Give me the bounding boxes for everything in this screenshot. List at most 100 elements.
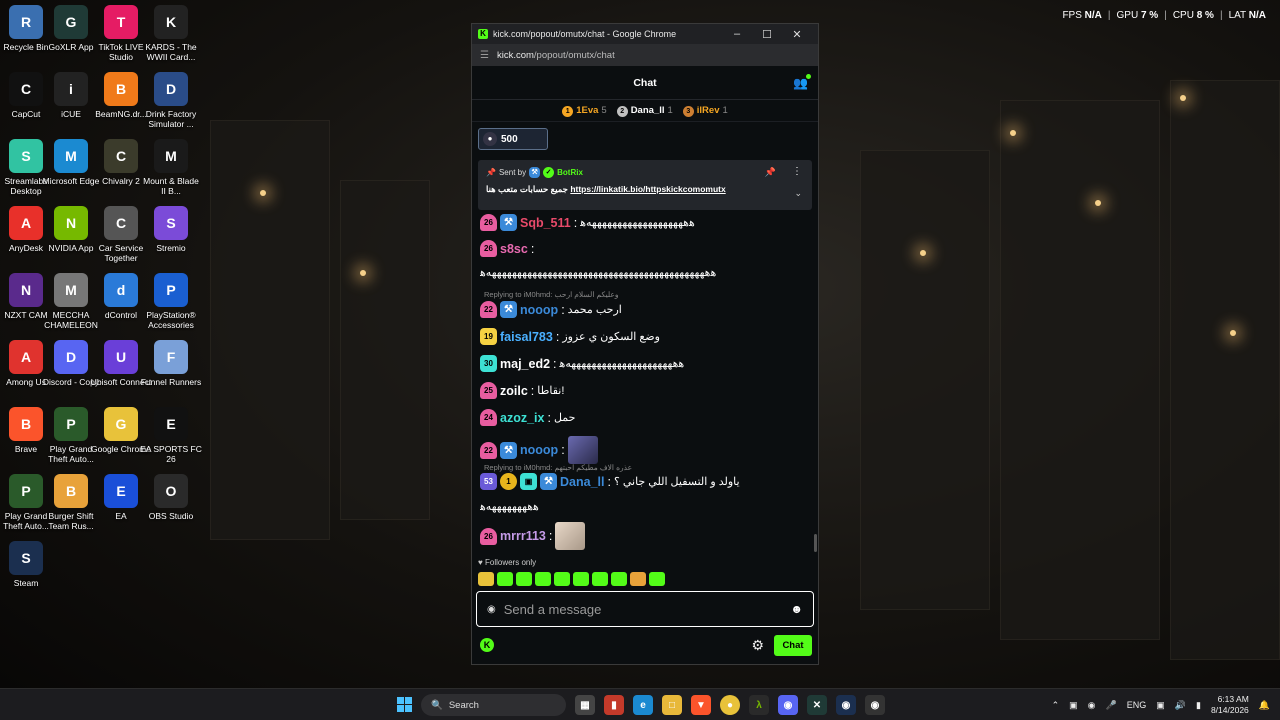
username[interactable]: Sqb_511 bbox=[520, 216, 571, 230]
url-host: kick.com bbox=[496, 49, 534, 61]
chat-message[interactable]: 22 ⚒ nooop: ارحب محمد bbox=[480, 301, 810, 318]
pinned-message[interactable]: 📌 Sent by ⚒ ✓ BotRix جميع حسابات متعب هن… bbox=[478, 160, 812, 210]
desktop-shortcut[interactable]: D Drink Factory Simulator ... bbox=[140, 72, 202, 129]
tray-app-icon[interactable]: ◉ bbox=[1088, 700, 1096, 711]
reply-context[interactable]: Replying to iM0hmd: وعليكم السلام ارحب bbox=[484, 290, 618, 299]
desktop-shortcut[interactable]: P PlayStation® Accessories bbox=[140, 273, 202, 330]
network-icon[interactable]: ▣ bbox=[1156, 700, 1165, 711]
discord-icon[interactable]: ◉ bbox=[778, 695, 798, 715]
chat-message[interactable]: 25 zoilc: نقاطا! bbox=[480, 382, 810, 399]
language-indicator[interactable]: ENG bbox=[1127, 700, 1147, 710]
username[interactable]: Dana_ll bbox=[560, 475, 604, 489]
clock[interactable]: 6:13 AM 8/14/2026 bbox=[1211, 694, 1249, 716]
taskbar-app-icon[interactable]: ▮ bbox=[604, 695, 624, 715]
task-view-icon[interactable]: ▦ bbox=[575, 695, 595, 715]
terminal-icon[interactable]: λ bbox=[749, 695, 769, 715]
send-chat-button[interactable]: Chat bbox=[774, 634, 812, 656]
tray-app-icon[interactable]: ▣ bbox=[1069, 700, 1078, 711]
username[interactable]: azoz_ix bbox=[500, 411, 544, 425]
battery-icon[interactable]: ▮ bbox=[1196, 700, 1201, 711]
goal-badge[interactable]: ● 500 bbox=[478, 128, 548, 150]
gear-icon[interactable]: ⚙ bbox=[751, 637, 764, 654]
chat-scrollbar[interactable] bbox=[814, 534, 817, 552]
chat-message[interactable]: 53 1 ▣ ⚒ Dana_ll: ياولد و التسفيل اللي جاني ؟ bbox=[480, 473, 810, 490]
brave-icon[interactable]: ▼ bbox=[691, 695, 711, 715]
chevron-up-icon[interactable]: ⌃ bbox=[1052, 700, 1060, 711]
chat-message[interactable]: 22 ⚒ nooop: bbox=[480, 436, 810, 464]
steam-icon[interactable]: ◉ bbox=[836, 695, 856, 715]
username[interactable]: nooop bbox=[520, 443, 558, 457]
file-explorer-icon[interactable]: □ bbox=[662, 695, 682, 715]
more-options-icon[interactable]: ⋮ bbox=[792, 166, 802, 177]
close-button[interactable]: ✕ bbox=[782, 28, 812, 41]
username[interactable]: s8sc bbox=[500, 242, 528, 256]
message-input-box[interactable]: ◉ ☻ bbox=[476, 591, 814, 627]
user-badge-icon: ⚒ bbox=[500, 301, 517, 318]
minimize-button[interactable]: – bbox=[722, 28, 752, 40]
pinned-bot-name[interactable]: BotRix bbox=[557, 168, 583, 177]
chrome-icon[interactable]: ● bbox=[720, 695, 740, 715]
chat-message[interactable]: ﻫهههههههههﻫ bbox=[480, 500, 810, 513]
username[interactable]: zoilc bbox=[500, 384, 528, 398]
emote-icon[interactable] bbox=[630, 572, 646, 586]
chat-users-icon[interactable]: 👥 bbox=[793, 74, 811, 90]
chat-message[interactable]: 19 faisal783: وضع السكون ي عزوز bbox=[480, 328, 810, 345]
reply-context[interactable]: Replying to iM0hmd: عذره الاف مطيكم احبت… bbox=[484, 463, 632, 472]
emote-icon[interactable] bbox=[478, 572, 494, 586]
edge-icon[interactable]: e bbox=[633, 695, 653, 715]
notifications-icon[interactable]: 🔔 bbox=[1259, 700, 1270, 711]
desktop-shortcut[interactable]: K KARDS - The WWII Card... bbox=[140, 5, 202, 62]
maximize-button[interactable]: ☐ bbox=[752, 28, 782, 41]
address-bar[interactable]: ☰ kick.com/popout/omutx/chat bbox=[472, 44, 818, 66]
desktop-shortcut[interactable]: S Steam bbox=[0, 541, 57, 588]
desktop-shortcut[interactable]: O OBS Studio bbox=[140, 474, 202, 521]
leaderboard-entry[interactable]: 2 Dana_ll 1 bbox=[616, 105, 673, 117]
chat-message[interactable]: ﻫههههههههههههههههههههههههههههههههههههههه… bbox=[480, 266, 810, 279]
kick-logo-icon[interactable]: K bbox=[480, 638, 494, 652]
chat-message[interactable]: 26 s8sc: bbox=[480, 240, 810, 257]
chevron-down-icon[interactable]: ⌄ bbox=[794, 188, 802, 199]
username[interactable]: nooop bbox=[520, 303, 558, 317]
message-text: ﻫهههههههههﻫ bbox=[480, 501, 539, 513]
username[interactable]: mrrr113 bbox=[500, 529, 546, 543]
desktop-shortcut[interactable]: M Mount & Blade II B... bbox=[140, 139, 202, 196]
unpin-icon[interactable]: 📌 bbox=[765, 167, 776, 178]
chat-message[interactable]: 24 azoz_ix: حمل bbox=[480, 409, 810, 426]
tiktok-icon: T bbox=[104, 5, 138, 39]
chat-message-list[interactable]: 26 ⚒ Sqb_511: ﻫههههههههههههههههههههﻫ 26 s8sc:… bbox=[480, 214, 810, 574]
chat-message[interactable]: 26 ⚒ Sqb_511: ﻫههههههههههههههههههههﻫ bbox=[480, 214, 810, 231]
message-input[interactable] bbox=[503, 601, 791, 617]
windows-start-icon[interactable] bbox=[397, 697, 412, 712]
followers-only-label: Followers only bbox=[484, 558, 537, 567]
app-icon[interactable]: ◉ bbox=[865, 695, 885, 715]
leaderboard-entry[interactable]: 3 ilRev 1 bbox=[682, 105, 728, 117]
desktop-shortcut-label: Steam bbox=[13, 578, 39, 588]
wallpaper-lamp bbox=[360, 270, 366, 276]
emote-icon[interactable] bbox=[573, 572, 589, 586]
pinned-link[interactable]: https://linkatik.bio/httpskickcomomutx bbox=[570, 184, 725, 194]
chat-message[interactable]: 26 mrrr113: bbox=[480, 522, 810, 550]
chat-message[interactable]: 30 maj_ed2: ﻫههههههههههههههههههههههﻫ bbox=[480, 355, 810, 372]
emote-icon[interactable] bbox=[592, 572, 608, 586]
desktop-shortcut[interactable]: S Stremio bbox=[140, 206, 202, 253]
taskbar-search[interactable]: 🔍 Search bbox=[421, 694, 566, 716]
emote-icon[interactable] bbox=[649, 572, 665, 586]
window-titlebar[interactable]: K kick.com/popout/omutx/chat - Google Ch… bbox=[472, 24, 818, 44]
leaderboard-entry[interactable]: 1 1Eva 5 bbox=[562, 105, 607, 117]
microphone-icon[interactable]: 🎤 bbox=[1106, 700, 1117, 711]
emote-icon[interactable] bbox=[516, 572, 532, 586]
username[interactable]: maj_ed2 bbox=[500, 357, 550, 371]
capcut-icon: C bbox=[9, 72, 43, 106]
chrome-icon: G bbox=[104, 407, 138, 441]
goxlr-icon[interactable]: ✕ bbox=[807, 695, 827, 715]
username[interactable]: faisal783 bbox=[500, 330, 553, 344]
emote-icon[interactable] bbox=[497, 572, 513, 586]
volume-icon[interactable]: 🔊 bbox=[1175, 700, 1186, 711]
desktop-shortcut[interactable]: F Funnel Runners bbox=[140, 340, 202, 387]
emote-icon[interactable] bbox=[611, 572, 627, 586]
emoji-picker-icon[interactable]: ☻ bbox=[790, 602, 803, 616]
emote-icon[interactable] bbox=[554, 572, 570, 586]
desktop-shortcut[interactable]: E EA SPORTS FC 26 bbox=[140, 407, 202, 464]
site-settings-icon[interactable]: ☰ bbox=[480, 50, 489, 61]
emote-icon[interactable] bbox=[535, 572, 551, 586]
